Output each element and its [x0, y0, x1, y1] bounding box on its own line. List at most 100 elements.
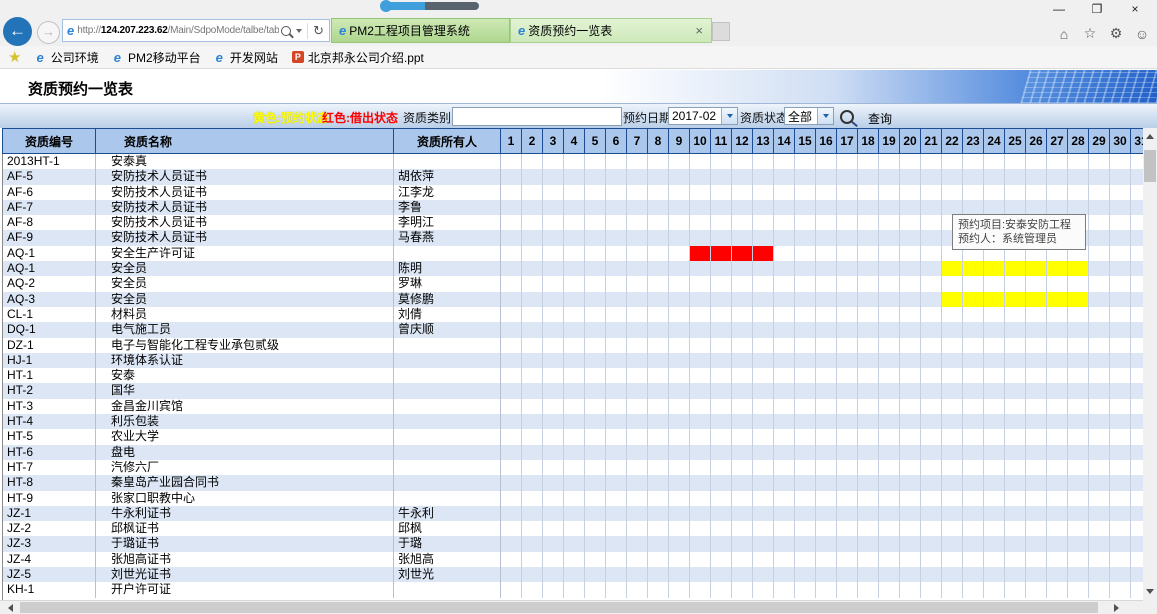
day-cell-reserved[interactable] — [1047, 292, 1068, 307]
day-cell — [900, 429, 921, 444]
day-cell — [627, 353, 648, 368]
close-button[interactable]: × — [1123, 2, 1147, 16]
tab-pm2-system[interactable]: e PM2工程项目管理系统 — [331, 18, 510, 43]
favorites-star-icon[interactable]: ★ — [8, 48, 21, 66]
favorites-icon[interactable]: ☆ — [1081, 25, 1099, 42]
day-cell — [921, 491, 942, 506]
scroll-up-button[interactable] — [1143, 128, 1157, 145]
day-cell-reserved[interactable] — [984, 292, 1005, 307]
day-cell-reserved[interactable] — [942, 292, 963, 307]
day-cell — [564, 506, 585, 521]
day-cell-borrowed[interactable] — [690, 246, 711, 261]
day-cell-reserved[interactable] — [1026, 292, 1047, 307]
day-cell-reserved[interactable] — [984, 261, 1005, 276]
day-cell — [627, 460, 648, 475]
address-bar[interactable]: e http://124.207.223.62/Main/SdpoMode/ta… — [62, 19, 330, 42]
day-cell-reserved[interactable] — [942, 261, 963, 276]
home-icon[interactable]: ⌂ — [1055, 26, 1073, 42]
day-cell — [858, 154, 879, 169]
day-cell — [816, 582, 837, 597]
day-cell — [900, 307, 921, 322]
search-button[interactable]: 查询 — [868, 110, 892, 127]
table-row: AF-5安防技术人员证书胡依萍 — [3, 169, 1143, 184]
day-cell — [816, 368, 837, 383]
category-input[interactable] — [452, 107, 622, 126]
day-cell — [585, 521, 606, 536]
status-select[interactable]: 全部 — [784, 107, 834, 125]
day-cell — [1110, 261, 1131, 276]
day-cell-reserved[interactable] — [1005, 292, 1026, 307]
column-header-owner: 资质所有人 — [394, 129, 501, 153]
scroll-left-button[interactable] — [2, 601, 18, 614]
day-cell — [879, 154, 900, 169]
day-cell-reserved[interactable] — [963, 292, 984, 307]
day-cell — [648, 429, 669, 444]
tab-close-icon[interactable]: × — [693, 23, 705, 38]
qualification-code-cell: AF-7 — [3, 200, 96, 215]
day-cell — [1110, 185, 1131, 200]
chevron-down-icon[interactable] — [721, 108, 737, 124]
favorite-item-company[interactable]: e公司环境 — [35, 49, 98, 66]
day-cell-reserved[interactable] — [1068, 261, 1089, 276]
day-cell — [837, 567, 858, 582]
url-text[interactable]: http://124.207.223.62/Main/SdpoMode/talb… — [77, 25, 279, 36]
day-cell — [1089, 338, 1110, 353]
feedback-smiley-icon[interactable]: ☺ — [1133, 26, 1151, 42]
day-cell-borrowed[interactable] — [732, 246, 753, 261]
day-cell-reserved[interactable] — [1005, 261, 1026, 276]
overlay-slider[interactable] — [383, 2, 479, 10]
favorite-item-pm2-mobile[interactable]: ePM2移动平台 — [113, 49, 201, 66]
day-cell — [732, 322, 753, 337]
forward-button[interactable]: → — [37, 21, 60, 44]
day-cell-reserved[interactable] — [1047, 261, 1068, 276]
day-column-header: 28 — [1068, 129, 1089, 153]
qualification-name-cell: 环境体系认证 — [96, 353, 394, 368]
date-select[interactable]: 2017-02 — [668, 107, 738, 125]
day-cell — [711, 445, 732, 460]
search-icon[interactable] — [281, 26, 291, 36]
day-cell — [900, 322, 921, 337]
day-cell-borrowed[interactable] — [753, 246, 774, 261]
day-cell — [795, 246, 816, 261]
back-button[interactable]: ← — [3, 17, 32, 46]
back-icon: ← — [9, 21, 26, 40]
day-cell — [669, 230, 690, 245]
day-cell — [585, 582, 606, 597]
day-cell — [753, 383, 774, 398]
day-cell — [1110, 582, 1131, 597]
day-cell — [942, 322, 963, 337]
magnifier-icon[interactable] — [840, 110, 854, 124]
minimize-button[interactable]: — — [1047, 2, 1071, 16]
day-cell-reserved[interactable] — [1026, 261, 1047, 276]
day-cell — [1110, 445, 1131, 460]
search-dropdown-icon[interactable] — [296, 29, 302, 33]
scroll-right-button[interactable] — [1108, 601, 1124, 614]
horizontal-scrollbar[interactable] — [0, 600, 1143, 614]
refresh-icon[interactable]: ↻ — [307, 23, 324, 39]
day-cell — [669, 491, 690, 506]
favorite-item-ppt[interactable]: P北京邦永公司介绍.ppt — [292, 49, 424, 66]
day-cell-borrowed[interactable] — [711, 246, 732, 261]
day-cell — [921, 353, 942, 368]
overlay-slider-knob[interactable] — [380, 0, 392, 12]
vertical-scrollbar[interactable] — [1143, 128, 1157, 600]
vertical-scroll-thumb[interactable] — [1144, 150, 1156, 182]
day-cell-reserved[interactable] — [963, 261, 984, 276]
qualification-owner-cell — [394, 399, 501, 414]
day-cell — [879, 383, 900, 398]
day-cell — [522, 567, 543, 582]
day-cell — [732, 536, 753, 551]
favorite-item-dev-site[interactable]: e开发网站 — [215, 49, 278, 66]
tab-qualification-list[interactable]: e 资质预约一览表 × — [510, 18, 712, 43]
day-cell — [795, 552, 816, 567]
new-tab-button[interactable] — [712, 22, 730, 41]
horizontal-scroll-thumb[interactable] — [20, 602, 1098, 613]
day-cell — [522, 399, 543, 414]
chevron-down-icon[interactable] — [817, 108, 833, 124]
day-cell — [711, 567, 732, 582]
scroll-down-button[interactable] — [1143, 583, 1157, 600]
settings-gear-icon[interactable]: ⚙ — [1107, 25, 1125, 42]
maximize-button[interactable]: ❐ — [1085, 2, 1109, 16]
day-cell-reserved[interactable] — [1068, 292, 1089, 307]
qualification-owner-cell — [394, 582, 501, 597]
